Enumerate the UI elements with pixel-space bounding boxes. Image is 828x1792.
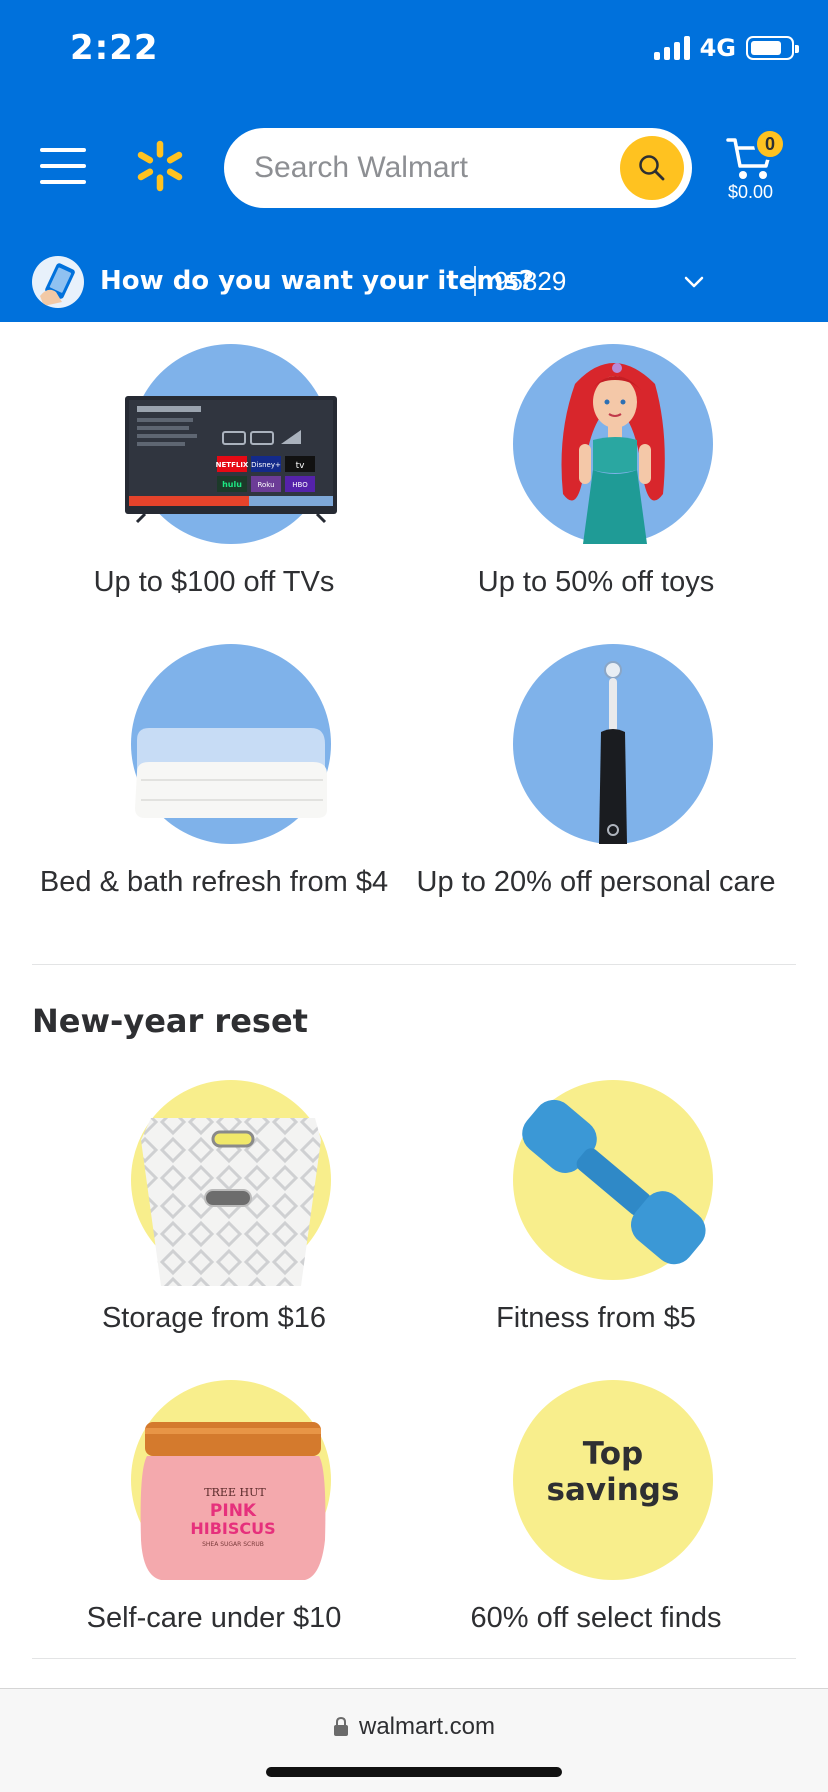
network-type: 4G [699,34,736,62]
deal-tile-personal-care[interactable]: Up to 20% off personal care [414,634,796,934]
towels-image [131,644,331,844]
cart-button[interactable]: 0 $0.00 [720,122,810,212]
jar-line-2: HIBISCUS [190,1519,275,1538]
reset-tile-self-care[interactable]: TREE HUT PINK HIBISCUS SHEA SUGAR SCRUB … [32,1370,414,1670]
reset-tile-fitness[interactable]: Fitness from $5 [414,1070,796,1370]
url-text: walmart.com [358,1713,496,1740]
tv-appletv-text: tv [296,461,306,471]
jar-line-1: PINK [210,1501,257,1521]
deal-label: Up to 50% off toys [477,566,715,598]
menu-icon[interactable] [40,148,86,184]
section-divider [32,964,796,965]
top-savings-text: Top savings [546,1436,680,1508]
header: 2:22 4G Search Walmart 0 $0.00 How do yo… [0,0,828,322]
deal-label: Bed & bath refresh from $4 [39,866,389,898]
search-input[interactable] [254,146,584,190]
cart-total: $0.00 [728,182,774,202]
dumbbell-image [513,1080,713,1280]
search-icon [639,155,665,181]
toothbrush-image [513,644,713,844]
top-savings-badge: Top savings [513,1380,713,1580]
lock-icon [333,1717,348,1736]
delivery-zip: 95829 [494,266,567,296]
browser-bottom-bar: walmart.com [0,1688,828,1792]
home-indicator[interactable] [266,1767,562,1777]
battery-level [751,41,782,55]
search-bar [224,128,692,208]
url-bar[interactable]: walmart.com [0,1713,828,1741]
delivery-selector[interactable]: How do you want your items? 95829 [0,250,828,314]
tv-hbo-text: HBO [292,481,308,489]
chevron-down-icon [684,276,704,288]
status-time: 2:22 [70,28,159,68]
reset-label: Storage from $16 [101,1302,327,1334]
reset-label: Fitness from $5 [496,1302,696,1334]
walmart-spark-logo[interactable] [132,138,188,194]
status-bar: 2:22 4G [0,0,828,100]
doll-image [513,344,713,544]
tv-hulu-text: hulu [222,480,242,489]
storage-bin-image [131,1080,331,1286]
battery-icon [746,36,799,60]
section-divider [32,1658,796,1659]
deal-tile-toys[interactable]: Up to 50% off toys [414,334,796,634]
main-content: NETFLIX Disney+ tv hulu Roku HBO Up to $… [0,322,828,1688]
search-button[interactable] [620,136,684,200]
reset-tile-top-savings[interactable]: Top savings 60% off select finds [414,1370,796,1670]
tv-netflix-text: NETFLIX [216,461,249,469]
delivery-divider [474,266,476,296]
jar-line-3: SHEA SUGAR SCRUB [202,1541,264,1548]
deals-grid: NETFLIX Disney+ tv hulu Roku HBO Up to $… [32,334,796,934]
walmart-mobile-page: 2:22 4G Search Walmart 0 $0.00 How do yo… [0,0,828,1792]
delivery-phone-icon [32,256,84,308]
tv-disney-text: Disney+ [251,461,281,469]
tv-roku-text: Roku [257,481,274,489]
reset-label: Self-care under $10 [86,1602,342,1634]
tv-image: NETFLIX Disney+ tv hulu Roku HBO [125,344,337,544]
deal-label: Up to 20% off personal care [416,866,776,898]
reset-grid: Storage from $16 Fitness from $5 TREE HU… [32,1070,796,1670]
reset-label: 60% off select finds [470,1602,722,1634]
signal-icon [653,36,690,60]
deal-label: Up to $100 off TVs [93,566,335,598]
scrub-jar-image: TREE HUT PINK HIBISCUS SHEA SUGAR SCRUB [131,1380,331,1580]
jar-brand: TREE HUT [204,1486,266,1499]
deal-tile-tvs[interactable]: NETFLIX Disney+ tv hulu Roku HBO Up to $… [32,334,414,634]
status-indicators: 4G [653,34,799,62]
reset-tile-storage[interactable]: Storage from $16 [32,1070,414,1370]
deal-tile-bed-bath[interactable]: Bed & bath refresh from $4 [32,634,414,934]
section-title: New-year reset [32,1002,308,1040]
cart-count-badge: 0 [754,128,786,160]
delivery-question: How do you want your items? [100,266,534,296]
